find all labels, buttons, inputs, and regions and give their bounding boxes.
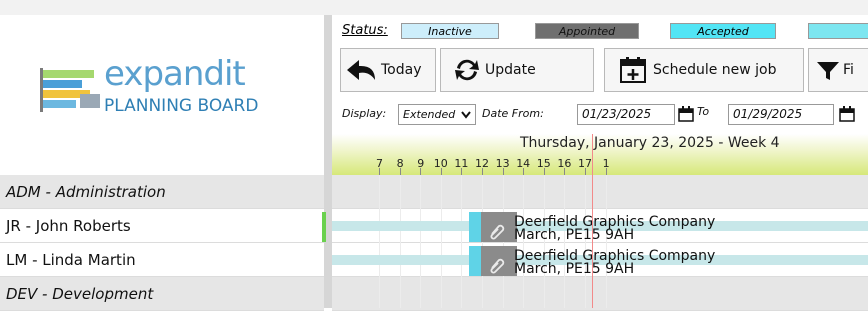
row-timeline-group (332, 277, 868, 311)
logo-text: expandit (104, 54, 246, 94)
chevron-down-icon (461, 111, 471, 119)
top-strip (0, 0, 868, 15)
to-label: To (697, 105, 710, 118)
hour-tick (502, 168, 504, 175)
job-location: March, PE15 9AH (514, 227, 635, 243)
hour-tick (440, 168, 442, 175)
date-to-input[interactable]: 01/29/2025 (728, 104, 834, 125)
update-button[interactable]: Update (440, 48, 594, 92)
date-from-input[interactable]: 01/23/2025 (577, 104, 675, 125)
status-label: Status: (342, 23, 388, 38)
timeline-date-label: Thursday, January 23, 2025 - Week 4 (520, 135, 780, 151)
update-label: Update (485, 62, 536, 78)
hour-tick (379, 168, 380, 175)
row-label-resource[interactable]: LM - Linda Martin (0, 243, 324, 277)
filter-button[interactable]: Fi (808, 48, 868, 92)
hour-gridline (379, 175, 380, 308)
today-label: Today (381, 62, 422, 78)
hour-tick (420, 168, 422, 175)
row-label-resource[interactable]: JR - John Roberts (0, 209, 324, 243)
row-timeline-group (332, 175, 868, 209)
hour-tick (482, 168, 483, 175)
status-inactive: Inactive (401, 23, 499, 39)
panel-splitter[interactable] (324, 15, 332, 308)
hour-tick (461, 168, 463, 175)
paperclip-icon (490, 258, 505, 274)
status-appointed: Appointed (535, 23, 639, 39)
hour-gridline (440, 175, 442, 308)
paperclip-icon (490, 224, 505, 240)
app-logo (38, 64, 102, 116)
selected-row-indicator (322, 212, 326, 242)
job-location: March, PE15 9AH (514, 261, 635, 277)
row-label-group[interactable]: ADM - Administration (0, 175, 324, 209)
hour-tick (605, 168, 607, 175)
filter-icon (817, 62, 839, 80)
calendar-icon[interactable] (677, 105, 695, 123)
status-accepted: Accepted (670, 23, 776, 39)
logo-bars-icon (40, 68, 100, 112)
today-button[interactable]: Today (340, 48, 436, 92)
refresh-icon (455, 59, 479, 81)
calendar-icon[interactable] (838, 105, 856, 123)
hour-gridline (399, 175, 401, 308)
hour-tick (564, 168, 566, 175)
hour-gridline (461, 175, 463, 308)
current-time-line (592, 134, 593, 308)
date-from-label: Date From: (482, 107, 544, 120)
row-label-group[interactable]: DEV - Development (0, 277, 324, 311)
display-label: Display: (342, 107, 387, 120)
hour-tick (543, 168, 545, 175)
schedule-label: Schedule new job (653, 62, 777, 78)
status-next (808, 23, 868, 39)
schedule-new-job-button[interactable]: Schedule new job (604, 48, 804, 92)
back-arrow-icon (347, 60, 375, 80)
logo-subtitle: PLANNING BOARD (104, 96, 259, 116)
hour-tick (523, 168, 525, 175)
calendar-plus-icon (620, 57, 646, 83)
hour-tick (585, 168, 586, 175)
display-select[interactable]: Extended (398, 104, 476, 125)
hour-tick (399, 168, 401, 175)
filter-label: Fi (843, 62, 854, 78)
hour-gridline (420, 175, 422, 308)
display-select-value: Extended (403, 108, 456, 121)
